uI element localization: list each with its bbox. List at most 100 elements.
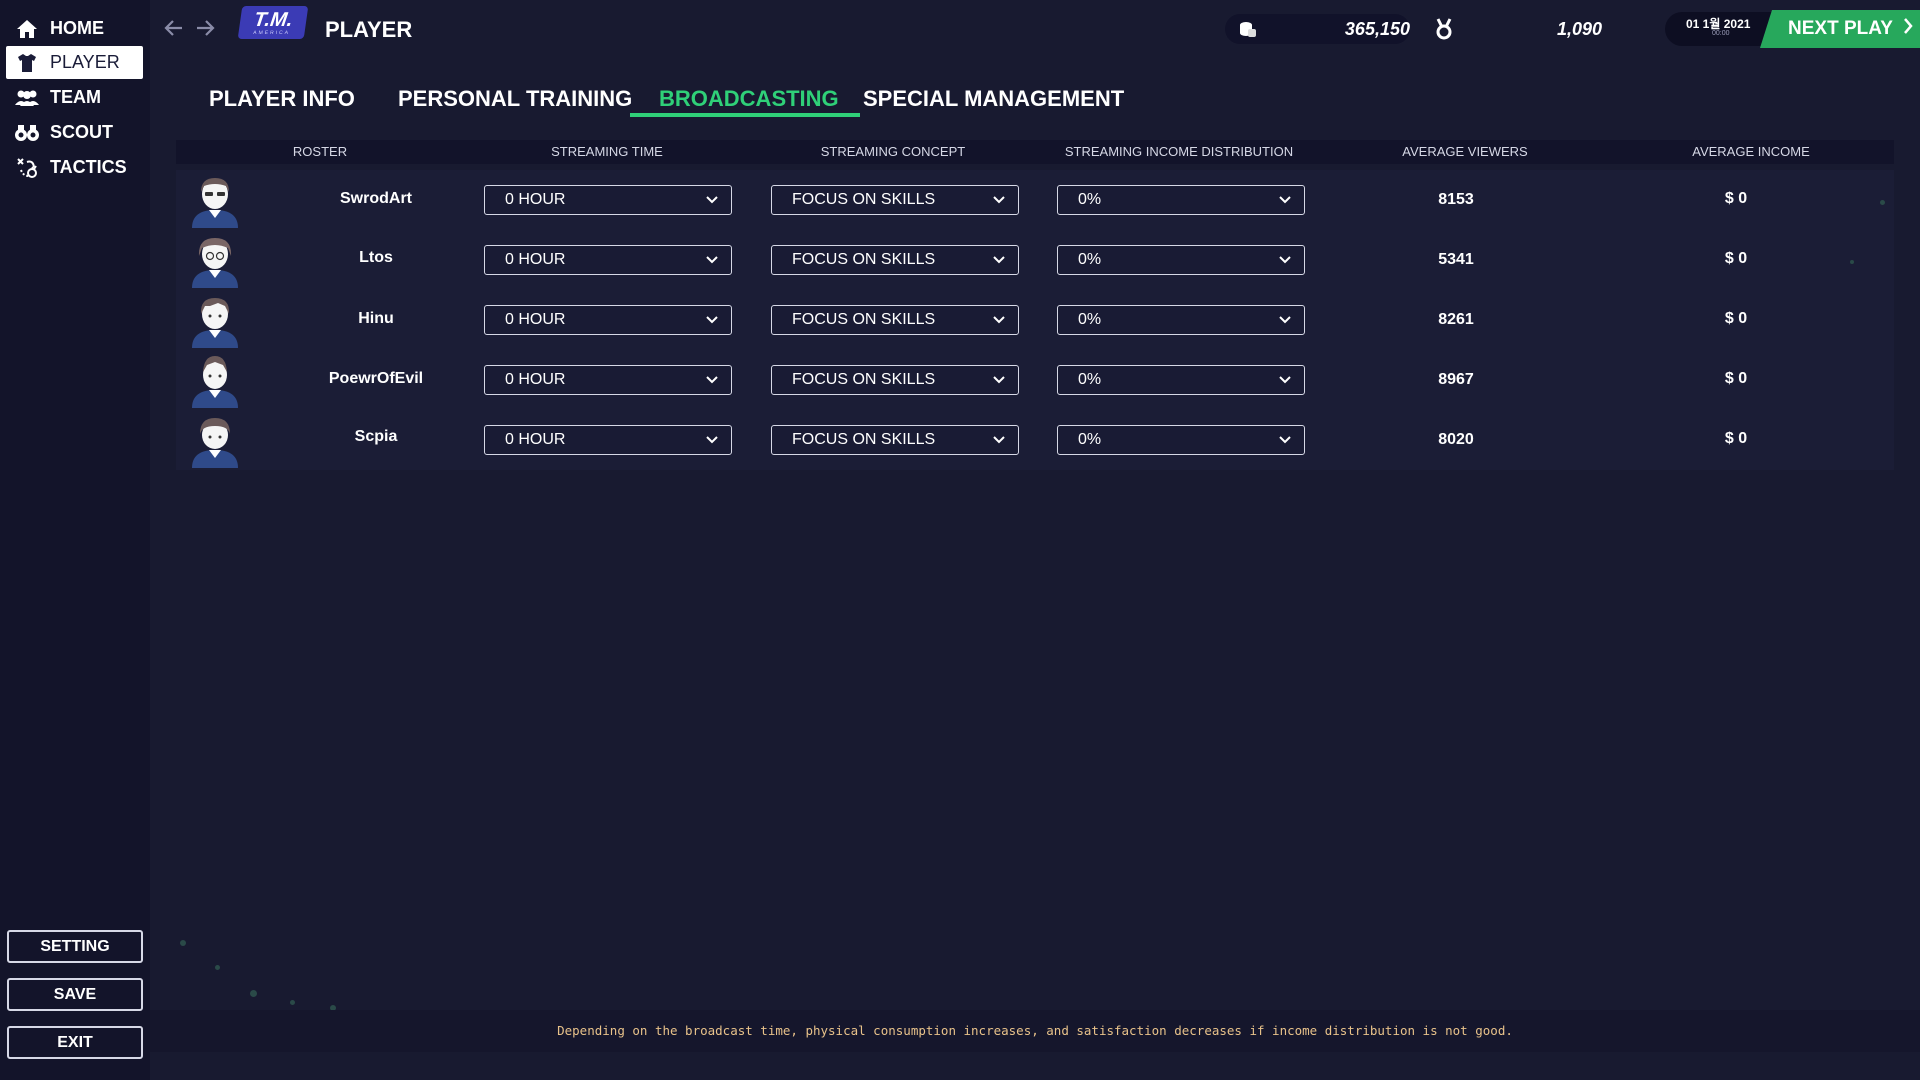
chevron-down-icon — [1279, 436, 1291, 444]
logo: T.M. AMERICA — [237, 6, 309, 39]
chevron-down-icon — [993, 316, 1005, 324]
sidebar-item-tactics[interactable]: TACTICS — [6, 151, 143, 184]
average-income: $ 0 — [1724, 190, 1748, 207]
income-distribution-select[interactable]: 0% — [1057, 245, 1305, 275]
player-avatar — [192, 178, 238, 228]
home-icon — [14, 17, 40, 41]
income-distribution-select[interactable]: 0% — [1057, 185, 1305, 215]
logo-subtext: AMERICA — [252, 29, 291, 36]
fans-value: 1,090 — [1556, 19, 1602, 39]
player-avatar — [192, 238, 238, 288]
select-value: FOCUS ON SKILLS — [792, 191, 936, 208]
select-value: 0 HOUR — [505, 191, 566, 208]
streaming-concept-select[interactable]: FOCUS ON SKILLS — [771, 365, 1019, 395]
sidebar-item-scout[interactable]: SCOUT — [6, 116, 143, 149]
background-dot — [215, 965, 220, 970]
player-avatar — [192, 298, 238, 348]
select-value: FOCUS ON SKILLS — [792, 371, 936, 388]
background-dot — [1880, 200, 1885, 205]
streaming-time-select[interactable]: 0 HOUR — [484, 425, 732, 455]
select-value: 0% — [1078, 191, 1102, 208]
forward-arrow-icon[interactable] — [193, 16, 217, 40]
select-value: 0 HOUR — [505, 311, 566, 328]
setting-button[interactable]: SETTING — [7, 930, 143, 963]
chevron-down-icon — [993, 376, 1005, 384]
tab-special-management[interactable]: SPECIAL MANAGEMENT — [863, 86, 1124, 112]
player-name: Hinu — [358, 310, 394, 327]
sidebar-item-home[interactable]: HOME — [6, 12, 143, 45]
chevron-down-icon — [1279, 196, 1291, 204]
fans-icon — [1434, 17, 1454, 46]
average-income: $ 0 — [1724, 430, 1748, 447]
chevron-down-icon — [1279, 256, 1291, 264]
income-distribution-select[interactable]: 0% — [1057, 425, 1305, 455]
player-name: SwrodArt — [340, 190, 412, 207]
column-header: STREAMING TIME — [551, 144, 663, 159]
background-dot — [1850, 260, 1854, 264]
column-header: STREAMING CONCEPT — [820, 144, 966, 159]
column-header: STREAMING INCOME DISTRIBUTION — [1064, 144, 1294, 159]
next-play-button[interactable]: NEXT PLAY — [1760, 10, 1920, 48]
streaming-time-select[interactable]: 0 HOUR — [484, 365, 732, 395]
back-arrow-icon[interactable] — [162, 16, 186, 40]
streaming-time-select[interactable]: 0 HOUR — [484, 185, 732, 215]
coins-icon — [1238, 19, 1258, 44]
table-row: PoewrOfEvil 0 HOUR FOCUS ON SKILLS 0% 89… — [176, 350, 1894, 410]
page-title: PLAYER — [325, 17, 413, 42]
player-avatar — [192, 356, 238, 408]
streaming-concept-select[interactable]: FOCUS ON SKILLS — [771, 185, 1019, 215]
average-income: $ 0 — [1724, 310, 1748, 327]
select-value: 0% — [1078, 371, 1102, 388]
sidebar-item-player[interactable]: PLAYER — [6, 46, 143, 79]
sidebar-item-label: PLAYER — [50, 52, 120, 72]
money-value: 365,150 — [1344, 19, 1410, 39]
active-tab-indicator — [630, 113, 860, 117]
tab-player-info[interactable]: PLAYER INFO — [209, 86, 355, 112]
column-header: AVERAGE INCOME — [1692, 144, 1810, 159]
sidebar-item-team[interactable]: TEAM — [6, 81, 143, 114]
average-viewers: 8020 — [1438, 431, 1474, 448]
exit-button[interactable]: EXIT — [7, 1026, 143, 1059]
tab-personal-training[interactable]: PERSONAL TRAINING — [398, 86, 632, 112]
streaming-concept-select[interactable]: FOCUS ON SKILLS — [771, 245, 1019, 275]
average-viewers: 8153 — [1438, 191, 1474, 208]
chevron-down-icon — [706, 376, 718, 384]
income-distribution-select[interactable]: 0% — [1057, 305, 1305, 335]
chevron-down-icon — [993, 256, 1005, 264]
column-header: AVERAGE VIEWERS — [1402, 144, 1528, 159]
average-income: $ 0 — [1724, 250, 1748, 267]
select-value: 0% — [1078, 251, 1102, 268]
table-row: SwrodArt 0 HOUR FOCUS ON SKILLS 0% 8153 … — [176, 170, 1894, 230]
streaming-concept-select[interactable]: FOCUS ON SKILLS — [771, 425, 1019, 455]
save-button[interactable]: SAVE — [7, 978, 143, 1011]
table-header: ROSTER STREAMING TIME STREAMING CONCEPT … — [176, 140, 1894, 164]
table-row: Ltos 0 HOUR FOCUS ON SKILLS 0% 5341 $ 0 — [176, 230, 1894, 290]
income-distribution-select[interactable]: 0% — [1057, 365, 1305, 395]
streaming-concept-select[interactable]: FOCUS ON SKILLS — [771, 305, 1019, 335]
chevron-down-icon — [1279, 376, 1291, 384]
chevron-down-icon — [993, 196, 1005, 204]
average-income: $ 0 — [1724, 370, 1748, 387]
chevron-down-icon — [1279, 316, 1291, 324]
sidebar-item-label: TEAM — [50, 87, 101, 107]
player-name: Scpia — [354, 428, 398, 445]
select-value: 0 HOUR — [505, 371, 566, 388]
logo-text: T.M. — [252, 8, 295, 31]
player-avatar — [192, 418, 238, 468]
player-name: PoewrOfEvil — [328, 370, 424, 387]
streaming-time-select[interactable]: 0 HOUR — [484, 245, 732, 275]
select-value: 0% — [1078, 431, 1102, 448]
select-value: FOCUS ON SKILLS — [792, 311, 936, 328]
column-header: ROSTER — [292, 144, 348, 159]
chevron-down-icon — [993, 436, 1005, 444]
sidebar-item-label: SCOUT — [50, 122, 113, 142]
average-viewers: 8261 — [1438, 311, 1474, 328]
streaming-time-select[interactable]: 0 HOUR — [484, 305, 732, 335]
tab-broadcasting[interactable]: BROADCASTING — [659, 86, 839, 112]
time-text: 00:00 — [1712, 30, 1730, 37]
average-viewers: 5341 — [1438, 251, 1474, 268]
sidebar: HOME PLAYER TEAM SCOUT TACTICS SETTING S… — [0, 0, 150, 1080]
player-name: Ltos — [359, 249, 393, 266]
chevron-down-icon — [706, 436, 718, 444]
tactics-icon — [14, 156, 40, 180]
